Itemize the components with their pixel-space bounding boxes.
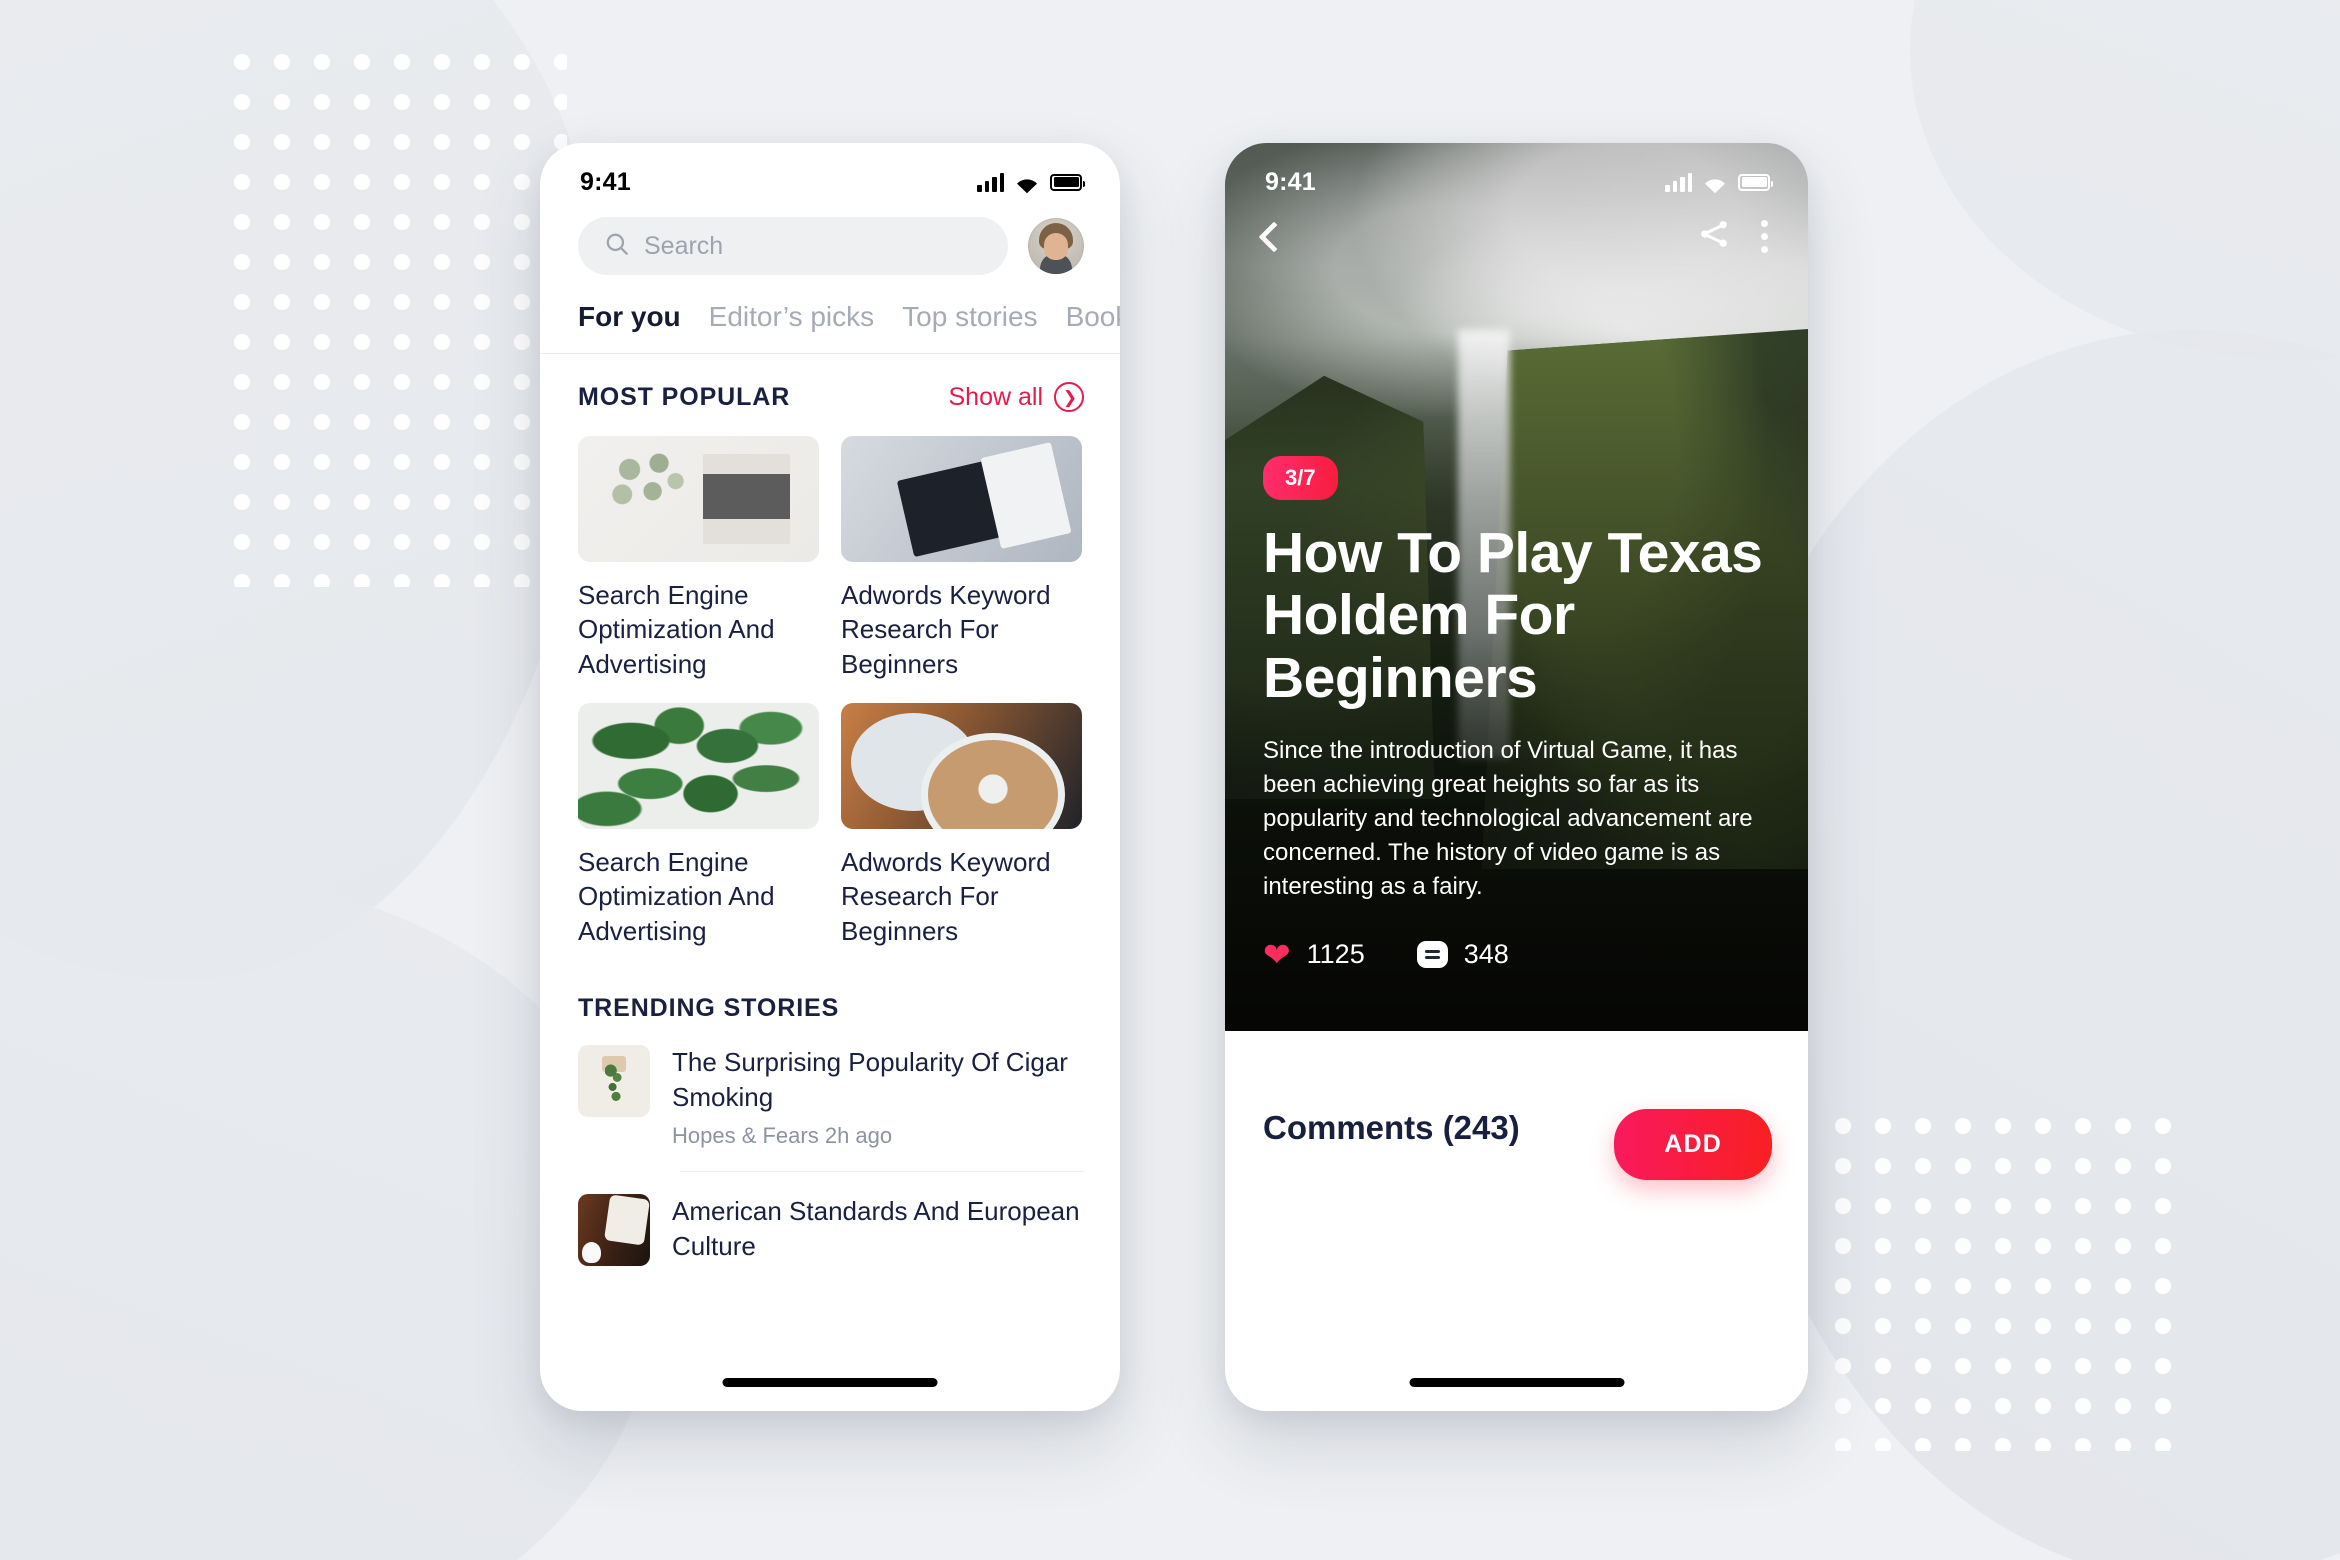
article-title: Adwords Keyword Research For Beginners: [841, 580, 1051, 679]
tab-editors-picks[interactable]: Editor’s picks: [709, 301, 874, 333]
cellular-bars-icon: [977, 172, 1004, 192]
status-icons: [977, 172, 1085, 194]
background-blob-top-right: [1910, 0, 2340, 360]
back-chevron-icon[interactable]: [1258, 220, 1290, 253]
article-hero-image: 9:41 3/7 How To Play Texas Holdem For Be…: [1225, 143, 1808, 1031]
comments-label: Comments (243): [1263, 1109, 1520, 1146]
comments-bar: Comments (243) ADD: [1225, 1031, 1808, 1411]
most-popular-header: MOST POPULAR Show all ❯: [540, 354, 1120, 412]
phone-home-screen: 9:41 Search For you Editor’s picks Top s…: [540, 143, 1120, 1411]
article-thumbnail: [841, 702, 1082, 829]
search-icon: [604, 231, 630, 262]
wifi-icon: [1015, 173, 1039, 194]
like-count: 1125: [1306, 939, 1365, 969]
article-description: Since the introduction of Virtual Game, …: [1263, 736, 1753, 900]
pager-badge: 3/7: [1263, 455, 1338, 500]
article-stats: ❤ 1125 348: [1263, 938, 1770, 971]
cellular-bars-icon: [1665, 172, 1692, 192]
article-thumbnail: [578, 702, 819, 829]
home-indicator[interactable]: [1409, 1378, 1624, 1387]
article-nav-bar: [1225, 217, 1808, 256]
tab-top-stories[interactable]: Top stories: [902, 301, 1037, 333]
show-all-button[interactable]: Show all ❯: [948, 382, 1084, 412]
story-meta: Hopes & Fears 2h ago: [672, 1123, 893, 1149]
search-input[interactable]: Search: [578, 217, 1008, 275]
article-card[interactable]: Search Engine Optimization And Advertisi…: [578, 702, 819, 948]
search-row: Search: [540, 205, 1120, 275]
status-time: 9:41: [1265, 167, 1316, 196]
status-time: 9:41: [580, 167, 631, 196]
home-indicator[interactable]: [722, 1378, 938, 1387]
list-item[interactable]: The Surprising Popularity Of Cigar Smoki…: [540, 1023, 1120, 1149]
add-comment-button[interactable]: ADD: [1614, 1109, 1772, 1180]
comment-bubble-icon: [1416, 941, 1448, 968]
status-bar: 9:41: [1225, 143, 1808, 205]
more-vertical-icon[interactable]: [1761, 220, 1768, 253]
like-stat[interactable]: ❤ 1125: [1263, 938, 1365, 971]
story-thumbnail: [578, 1194, 650, 1267]
tab-for-you[interactable]: For you: [578, 301, 681, 333]
status-icons: [1665, 172, 1773, 194]
list-item[interactable]: American Standards And European Culture: [540, 1172, 1120, 1267]
tab-bar: For you Editor’s picks Top stories Bookm: [540, 275, 1120, 333]
nav-actions: [1697, 217, 1768, 256]
article-title: Adwords Keyword Research For Beginners: [841, 846, 1051, 946]
most-popular-grid: Search Engine Optimization And Advertisi…: [540, 412, 1120, 948]
section-title-trending-stories: TRENDING STORIES: [578, 993, 840, 1022]
background-decoration: [0, 0, 2340, 1560]
article-card[interactable]: Search Engine Optimization And Advertisi…: [578, 436, 819, 681]
story-title: American Standards And European Culture: [672, 1196, 1080, 1262]
phone-article-screen: 9:41 3/7 How To Play Texas Holdem For Be…: [1225, 143, 1808, 1411]
comment-stat[interactable]: 348: [1416, 939, 1509, 970]
dot-grid-right: [1823, 1106, 2171, 1451]
avatar[interactable]: [1028, 218, 1084, 274]
section-title-most-popular: MOST POPULAR: [578, 382, 791, 411]
battery-icon: [1050, 173, 1085, 191]
article-card[interactable]: Adwords Keyword Research For Beginners: [841, 436, 1082, 681]
article-thumbnail: [841, 436, 1082, 562]
circle-chevron-right-icon: ❯: [1054, 382, 1084, 412]
share-icon[interactable]: [1697, 217, 1731, 256]
article-title: How To Play Texas Holdem For Beginners: [1263, 520, 1763, 710]
article-title: Search Engine Optimization And Advertisi…: [578, 580, 775, 679]
battery-icon: [1738, 173, 1773, 191]
comment-count: 348: [1463, 939, 1509, 969]
dot-grid-left: [222, 42, 567, 587]
wifi-icon: [1703, 173, 1727, 194]
show-all-label: Show all: [948, 382, 1044, 411]
article-hero-content: 3/7 How To Play Texas Holdem For Beginne…: [1225, 455, 1808, 1031]
status-bar: 9:41: [540, 143, 1120, 205]
article-thumbnail: [578, 436, 819, 562]
article-card[interactable]: Adwords Keyword Research For Beginners: [841, 702, 1082, 948]
story-thumbnail: [578, 1044, 650, 1117]
tab-bookmarks[interactable]: Bookm: [1066, 301, 1120, 333]
search-placeholder: Search: [644, 231, 724, 260]
story-title: The Surprising Popularity Of Cigar Smoki…: [672, 1046, 1068, 1112]
heart-icon: ❤: [1263, 936, 1291, 973]
article-title: Search Engine Optimization And Advertisi…: [578, 846, 775, 946]
